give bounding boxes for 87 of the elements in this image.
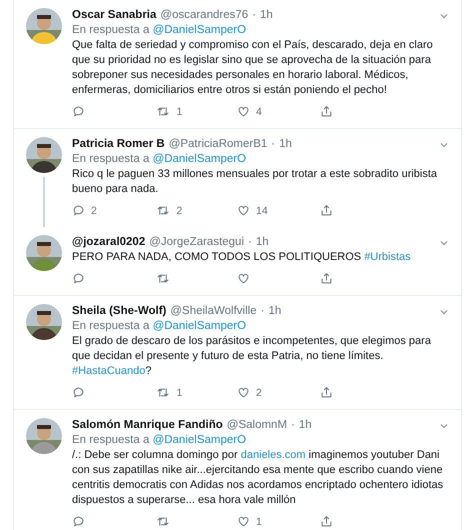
tweet-text: PERO PARA NADA, COMO TODOS LOS POLITIQUEROS #Urbistas bbox=[72, 250, 412, 265]
retweet-button[interactable] bbox=[154, 272, 170, 285]
count: 1 bbox=[256, 516, 262, 528]
tweet[interactable]: Patricia Romer B @PatriciaRomerB1 · 1h En respuesta a @DanielSamperO Rico q le paguen 33 millones mensuales por trotar a este sobradito uribista bueno para nada. 2 2 14 bbox=[14, 129, 461, 227]
reply-label: En respuesta a bbox=[72, 434, 150, 446]
reply-icon bbox=[72, 272, 85, 285]
count: 14 bbox=[256, 204, 268, 216]
tweet-text: El grado de descaro de los parásitos e incompetentes, que elegimos para que decidan el presente y futuro de esta Patria, no tiene límites. #HastaCuando? bbox=[72, 334, 432, 379]
count: 2 bbox=[91, 204, 97, 216]
user-name[interactable]: Oscar Sanabria bbox=[72, 8, 156, 23]
retweet-icon bbox=[154, 386, 170, 399]
retweet-button[interactable] bbox=[154, 204, 170, 217]
timestamp[interactable]: 1h bbox=[298, 418, 312, 433]
share-icon bbox=[320, 105, 332, 118]
user-name[interactable]: @jozaral0202 bbox=[72, 235, 146, 250]
user-handle[interactable]: @SalomnM bbox=[226, 418, 288, 433]
share-button[interactable] bbox=[320, 105, 332, 118]
reply-button[interactable] bbox=[72, 515, 85, 528]
tweet-text: Rico q le paguen 33 millones mensuales por trotar a este sobradito uribista bueno para nada. bbox=[72, 167, 438, 197]
user-handle[interactable]: @oscarandres76 bbox=[160, 8, 248, 23]
reply-icon bbox=[72, 515, 85, 528]
count: 2 bbox=[256, 386, 262, 398]
user-handle[interactable]: @JorgeZarastegui bbox=[149, 235, 244, 250]
mention-link[interactable]: @DanielSamperO bbox=[152, 153, 246, 165]
mention-link[interactable]: @DanielSamperO bbox=[152, 320, 246, 332]
reply-button[interactable] bbox=[72, 105, 85, 118]
heart-icon bbox=[237, 386, 250, 399]
user-handle[interactable]: @PatriciaRomerB1 bbox=[168, 137, 268, 152]
reply-label: En respuesta a bbox=[72, 24, 150, 36]
share-button[interactable] bbox=[320, 272, 332, 285]
heart-icon bbox=[237, 204, 250, 217]
like-button[interactable] bbox=[237, 204, 250, 217]
separator-dot: · bbox=[248, 235, 252, 250]
heart-icon bbox=[237, 272, 250, 285]
retweet-icon bbox=[154, 204, 170, 217]
heart-icon bbox=[237, 515, 250, 528]
reply-icon bbox=[72, 386, 85, 399]
share-icon bbox=[320, 515, 332, 528]
hashtag-link[interactable]: danieles.com bbox=[240, 449, 306, 461]
tweet-text: /.: Debe ser columna domingo por danieles.com imaginemos youtuber Dani con sus zapatillas nike air...ejercitando esa mente que escribo cuando viene centritis democratis con Adidas nos acordamos encriptado ochentero idiotas dispuestos a superarse... esa hora vale millón bbox=[72, 448, 444, 508]
reply-label: En respuesta a bbox=[72, 153, 150, 165]
retweet-icon bbox=[154, 272, 170, 285]
like-button[interactable] bbox=[237, 386, 250, 399]
like-button[interactable] bbox=[237, 105, 250, 118]
user-handle[interactable]: @SheilaWolfville bbox=[170, 304, 257, 319]
share-icon bbox=[320, 204, 332, 217]
count: 2 bbox=[176, 204, 182, 216]
user-name[interactable]: Salomón Manrique Fandiño bbox=[72, 418, 223, 433]
timestamp[interactable]: 1h bbox=[260, 8, 273, 23]
tweet[interactable]: @jozaral0202 @JorgeZarastegui · 1h PERO PARA NADA, COMO TODOS LOS POLITIQUEROS #Urbistas bbox=[14, 227, 461, 296]
share-button[interactable] bbox=[320, 515, 332, 528]
reply-button[interactable] bbox=[72, 272, 85, 285]
mention-link[interactable]: @DanielSamperO bbox=[152, 24, 246, 36]
reply-button[interactable] bbox=[72, 386, 85, 399]
separator-dot: · bbox=[271, 137, 276, 152]
hashtag-link[interactable]: #Urbistas bbox=[364, 251, 411, 263]
retweet-icon bbox=[154, 105, 170, 118]
count: 4 bbox=[256, 106, 262, 118]
share-button[interactable] bbox=[320, 204, 332, 217]
count: 1 bbox=[176, 106, 182, 118]
tweet-text: Que falta de seriedad y compromiso con el País, descarado, deja en claro que su prioridad no es legislar sino que se aprovecha de la situación para sobreponer sus necesidades personales en horario laboral. Médicos, enfermeras, domiciliarios entre otros si están poniendo el pecho! bbox=[72, 38, 434, 98]
separator-dot: · bbox=[252, 8, 256, 23]
retweet-button[interactable] bbox=[154, 515, 170, 528]
like-button[interactable] bbox=[237, 515, 250, 528]
retweet-button[interactable] bbox=[154, 105, 170, 118]
like-button[interactable] bbox=[237, 272, 250, 285]
user-name[interactable]: Patricia Romer B bbox=[72, 137, 165, 152]
reply-label: En respuesta a bbox=[72, 320, 150, 332]
retweet-icon bbox=[154, 515, 170, 528]
heart-icon bbox=[237, 105, 250, 118]
retweet-button[interactable] bbox=[154, 386, 170, 399]
timestamp[interactable]: 1h bbox=[279, 137, 292, 152]
share-icon bbox=[320, 386, 332, 399]
reply-icon bbox=[72, 105, 85, 118]
share-icon bbox=[320, 272, 332, 285]
reply-button[interactable] bbox=[72, 204, 85, 217]
timestamp[interactable]: 1h bbox=[268, 304, 282, 319]
user-name[interactable]: Sheila (She-Wolf) bbox=[72, 304, 166, 319]
share-button[interactable] bbox=[320, 386, 332, 399]
mention-link[interactable]: @DanielSamperO bbox=[152, 434, 246, 446]
count: 1 bbox=[176, 386, 182, 398]
reply-icon bbox=[72, 204, 85, 217]
timestamp[interactable]: 1h bbox=[256, 235, 269, 250]
thread-line bbox=[43, 177, 45, 227]
separator-dot: · bbox=[260, 304, 264, 319]
separator-dot: · bbox=[291, 418, 295, 433]
hashtag-link[interactable]: #HastaCuando bbox=[72, 365, 146, 377]
